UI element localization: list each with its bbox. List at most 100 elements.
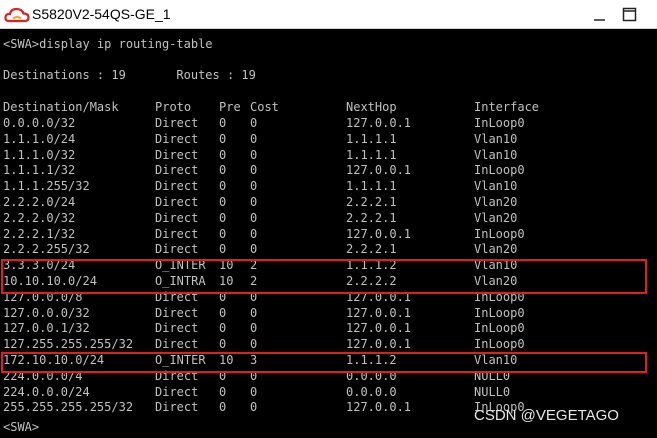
route-pre: 0	[219, 179, 227, 194]
route-cost: 0	[250, 163, 258, 178]
route-cost: 0	[250, 147, 258, 162]
route-pre: 0	[219, 337, 227, 352]
route-interface: InLoop0	[474, 116, 525, 130]
terminal-output[interactable]: <SWA>display ip routing-table Destinatio…	[0, 29, 657, 438]
route-pre: 0	[219, 321, 227, 336]
route-cost: 0	[250, 210, 258, 225]
route-nexthop: 127.0.0.1	[346, 400, 412, 415]
route-interface: InLoop0	[474, 321, 525, 336]
route-destination: 1.1.1.1/32	[3, 163, 76, 178]
route-pre: 0	[219, 131, 227, 146]
route-cost: 0	[250, 195, 258, 209]
route-proto: Direct	[155, 384, 199, 399]
route-proto: Direct	[155, 131, 199, 146]
route-nexthop: 1.1.1.1	[346, 147, 397, 162]
route-proto: Direct	[155, 321, 199, 336]
command-line: <SWA>display ip routing-table	[3, 37, 213, 51]
route-destination: 255.255.255.255/32	[3, 400, 134, 415]
route-destination: 127.0.0.0/32	[3, 305, 90, 320]
route-pre: 0	[219, 226, 227, 241]
route-nexthop: 2.2.2.1	[346, 242, 397, 257]
route-cost: 0	[250, 400, 258, 415]
cloud-logo-icon	[4, 6, 30, 24]
route-nexthop: 127.0.0.1	[346, 305, 412, 320]
route-proto: Direct	[155, 210, 199, 225]
minimize-icon[interactable]	[592, 7, 608, 23]
route-interface: NULL0	[474, 384, 511, 399]
csdn-watermark: CSDN @VEGETAGO	[474, 407, 619, 424]
routes-summary: Destinations : 19 Routes : 19	[3, 68, 256, 82]
route-destination: 2.2.2.0/24	[3, 195, 76, 209]
route-proto: Direct	[155, 147, 199, 162]
route-pre: 0	[219, 116, 227, 130]
route-cost: 0	[250, 226, 258, 241]
route-nexthop: 127.0.0.1	[346, 321, 412, 336]
route-proto: Direct	[155, 305, 199, 320]
route-proto: Direct	[155, 400, 199, 415]
highlight-box-ospf-inter-route	[1, 352, 647, 373]
route-pre: 0	[219, 400, 227, 415]
route-pre: 0	[219, 163, 227, 178]
route-destination: 1.1.1.0/24	[3, 131, 76, 146]
route-nexthop: 2.2.2.1	[346, 195, 397, 209]
route-destination: 1.1.1.0/32	[3, 147, 76, 162]
route-interface: InLoop0	[474, 226, 525, 241]
route-interface: Vlan10	[474, 179, 518, 194]
table-header: Destination/Mask Proto Pre Cost NextHop …	[3, 99, 539, 115]
route-destination: 1.1.1.255/32	[3, 179, 90, 194]
route-interface: Vlan10	[474, 147, 518, 162]
route-pre: 0	[219, 384, 227, 399]
route-destination: 2.2.2.255/32	[3, 242, 90, 257]
header-destination: Destination/Mask	[3, 100, 119, 114]
route-nexthop: 127.0.0.1	[346, 226, 412, 241]
route-interface: InLoop0	[474, 163, 525, 178]
header-cost: Cost	[250, 100, 279, 114]
route-cost: 0	[250, 321, 258, 336]
header-proto: Proto	[155, 100, 192, 114]
route-pre: 0	[219, 242, 227, 257]
route-proto: Direct	[155, 116, 199, 130]
route-nexthop: 127.0.0.1	[346, 163, 412, 178]
route-cost: 0	[250, 242, 258, 257]
window-title: S5820V2-54QS-GE_1	[32, 6, 171, 22]
route-cost: 0	[250, 116, 258, 130]
route-cost: 0	[250, 384, 258, 399]
route-nexthop: 127.0.0.1	[346, 337, 412, 352]
header-pre: Pre	[219, 100, 241, 114]
route-nexthop: 0.0.0.0	[346, 384, 397, 399]
route-proto: Direct	[155, 337, 199, 352]
highlight-box-ospf-routes	[1, 259, 647, 294]
route-interface: InLoop0	[474, 305, 525, 320]
route-cost: 0	[250, 131, 258, 146]
route-proto: Direct	[155, 179, 199, 194]
title-bar: S5820V2-54QS-GE_1	[0, 0, 657, 29]
route-cost: 0	[250, 305, 258, 320]
header-interface: Interface	[474, 100, 540, 114]
route-proto: Direct	[155, 242, 199, 257]
route-cost: 0	[250, 337, 258, 352]
route-pre: 0	[219, 305, 227, 320]
route-interface: Vlan20	[474, 210, 518, 225]
route-destination: 127.0.0.1/32	[3, 321, 90, 336]
route-pre: 0	[219, 195, 227, 209]
route-pre: 0	[219, 210, 227, 225]
route-nexthop: 1.1.1.1	[346, 179, 397, 194]
route-proto: Direct	[155, 226, 199, 241]
header-nexthop: NextHop	[346, 100, 397, 114]
route-nexthop: 1.1.1.1	[346, 131, 397, 146]
maximize-icon[interactable]	[622, 7, 638, 23]
route-destination: 127.255.255.255/32	[3, 337, 134, 352]
route-interface: Vlan20	[474, 242, 518, 257]
route-nexthop: 2.2.2.1	[346, 210, 397, 225]
route-pre: 0	[219, 147, 227, 162]
route-destination: 2.2.2.0/32	[3, 210, 76, 225]
route-nexthop: 127.0.0.1	[346, 116, 412, 130]
route-cost: 0	[250, 179, 258, 194]
route-proto: Direct	[155, 195, 199, 209]
route-interface: Vlan10	[474, 131, 518, 146]
route-destination: 0.0.0.0/32	[3, 116, 76, 130]
route-destination: 2.2.2.1/32	[3, 226, 76, 241]
route-destination: 224.0.0.0/24	[3, 384, 90, 399]
prompt-line: <SWA>	[3, 420, 40, 434]
route-interface: Vlan20	[474, 195, 518, 209]
